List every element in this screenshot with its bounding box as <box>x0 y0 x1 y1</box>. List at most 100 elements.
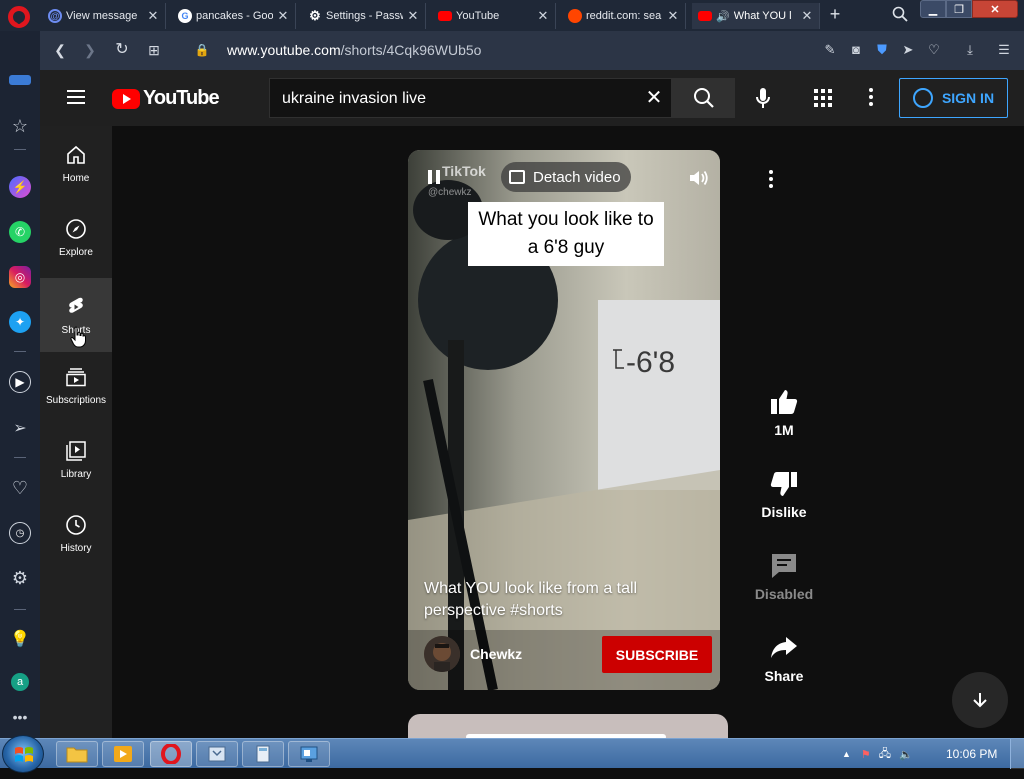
search-input[interactable] <box>282 88 632 110</box>
volume-tray-icon[interactable]: 🔈 <box>899 748 913 761</box>
dislike-label: Dislike <box>761 504 807 520</box>
speaker-icon[interactable]: 🔊 <box>716 10 730 23</box>
tab-pancakes[interactable]: G pancakes - Goo ✕ <box>172 3 296 29</box>
history-icon[interactable]: ◷ <box>9 522 31 544</box>
more-options-icon[interactable] <box>769 170 773 188</box>
guide-item-explore[interactable]: Explore <box>40 200 112 274</box>
tab-what-you-look-like[interactable]: 🔊 What YOU l ✕ <box>692 3 820 29</box>
short-title[interactable]: What YOU look like from a tall perspecti… <box>424 578 684 622</box>
tab-youtube[interactable]: YouTube ✕ <box>432 3 556 29</box>
pause-icon[interactable] <box>428 170 440 184</box>
edit-icon[interactable]: ✎ <box>822 42 838 58</box>
whatsapp-icon[interactable]: ✆ <box>9 221 31 243</box>
share-button[interactable]: Share <box>740 634 828 684</box>
settings-dots-icon[interactable] <box>869 88 873 108</box>
shorts-video-player[interactable]: -6'8 TikTok @chewkz Detach video What yo… <box>408 150 720 690</box>
download-icon[interactable]: ⤓ <box>962 42 978 58</box>
url-host: www.youtube.com <box>227 42 341 58</box>
heart-icon[interactable]: ♡ <box>9 477 31 499</box>
lightbulb-icon[interactable]: 💡 <box>9 628 31 650</box>
settings-icon[interactable]: ⚙ <box>9 567 31 589</box>
logo-text: YouTube <box>143 87 220 109</box>
show-desktop-button[interactable] <box>1010 739 1024 769</box>
action-center-icon[interactable]: ⚑ <box>861 748 871 761</box>
reddit-icon <box>568 9 582 23</box>
sign-in-button[interactable]: SIGN IN <box>899 78 1008 118</box>
workspaces-icon[interactable] <box>9 75 31 85</box>
opera-menu-icon[interactable] <box>8 6 30 28</box>
share-icon <box>771 637 797 658</box>
search-icon <box>694 88 714 108</box>
youtube-logo[interactable]: YouTube <box>112 87 220 110</box>
voice-search-button[interactable] <box>747 82 779 114</box>
channel-avatar[interactable] <box>424 636 460 672</box>
taskbar-app-4[interactable] <box>196 741 238 767</box>
at-icon: @ <box>48 9 62 23</box>
history-icon <box>66 514 86 535</box>
window-controls: ▁ ❐ ✕ <box>920 0 1020 20</box>
guide-item-history[interactable]: History <box>40 496 112 570</box>
tab-close-icon[interactable]: ✕ <box>277 8 289 24</box>
share-label: Share <box>764 668 804 684</box>
send-icon[interactable]: ➢ <box>9 417 31 439</box>
heart-icon[interactable]: ♡ <box>926 42 942 58</box>
lock-icon[interactable]: 🔒 <box>194 42 210 58</box>
tab-close-icon[interactable]: ✕ <box>147 8 159 24</box>
comments-button[interactable]: Disabled <box>740 552 828 602</box>
like-button[interactable]: 1M <box>740 388 828 438</box>
tab-close-icon[interactable]: ✕ <box>667 8 679 24</box>
tab-reddit[interactable]: reddit.com: sea ✕ <box>562 3 686 29</box>
easy-setup-icon[interactable]: ☰ <box>996 42 1012 58</box>
maximize-button[interactable]: ❐ <box>946 0 972 18</box>
taskbar-opera[interactable] <box>150 741 192 767</box>
tab-view-message[interactable]: @ View message ✕ <box>42 3 166 29</box>
detach-video-button[interactable]: Detach video <box>501 162 631 192</box>
back-button[interactable]: ❮ <box>52 42 68 58</box>
tab-settings[interactable]: ⚙ Settings - Passw ✕ <box>302 3 426 29</box>
minimize-button[interactable]: ▁ <box>920 0 946 18</box>
tab-close-icon[interactable]: ✕ <box>537 8 549 24</box>
tab-close-icon[interactable]: ✕ <box>407 8 419 24</box>
star-icon[interactable]: ☆ <box>9 115 31 137</box>
new-tab-button[interactable]: + <box>826 4 844 25</box>
next-video-button[interactable] <box>952 672 1008 728</box>
messenger-icon[interactable]: ⚡ <box>9 176 31 198</box>
taskbar-clock[interactable]: 10:06 PM <box>946 747 997 761</box>
windows-taskbar: ▲ ⚑ 🖧 🔈 10:06 PM <box>0 735 1024 773</box>
menu-icon[interactable] <box>67 90 85 104</box>
shield-icon[interactable]: ⛊ <box>874 42 890 58</box>
close-window-button[interactable]: ✕ <box>972 0 1018 18</box>
more-icon[interactable]: ••• <box>9 706 31 728</box>
network-icon[interactable]: 🖧 <box>879 745 891 764</box>
instagram-icon[interactable]: ◎ <box>9 266 31 288</box>
tab-grid-icon[interactable]: ⊞ <box>146 42 162 58</box>
send-icon[interactable]: ➤ <box>900 42 916 58</box>
dislike-button[interactable]: Dislike <box>740 470 828 520</box>
taskbar-explorer[interactable] <box>56 741 98 767</box>
taskbar-app-5[interactable] <box>242 741 284 767</box>
tab-close-icon[interactable]: ✕ <box>801 8 813 24</box>
guide-item-library[interactable]: Library <box>40 422 112 496</box>
taskbar-app-6[interactable] <box>288 741 330 767</box>
forward-button[interactable]: ❯ <box>82 42 98 58</box>
taskbar-media-player[interactable] <box>102 741 144 767</box>
channel-name[interactable]: Chewkz <box>470 646 522 662</box>
start-button[interactable] <box>2 735 44 773</box>
clear-search-icon[interactable]: ✕ <box>644 88 664 108</box>
show-hidden-icons[interactable]: ▲ <box>842 749 851 759</box>
volume-icon[interactable] <box>688 168 710 188</box>
search-tabs-icon[interactable] <box>892 6 908 22</box>
player-icon[interactable]: ▶ <box>9 371 31 393</box>
url-field[interactable]: www.youtube.com/shorts/4Cqk96WUb5o <box>227 42 481 58</box>
guide-item-home[interactable]: Home <box>40 126 112 200</box>
apps-grid-icon[interactable] <box>814 89 832 107</box>
twitter-icon[interactable]: ✦ <box>9 311 31 333</box>
search-button[interactable] <box>671 78 735 118</box>
library-icon <box>66 440 86 461</box>
camera-icon[interactable]: ◙ <box>848 42 864 58</box>
reload-button[interactable]: ↻ <box>114 42 130 58</box>
subscribe-button[interactable]: SUBSCRIBE <box>602 636 712 673</box>
guide-item-subscriptions[interactable]: Subscriptions <box>40 348 112 422</box>
shorts-main-area: -6'8 TikTok @chewkz Detach video What yo… <box>112 126 1024 744</box>
aria-icon[interactable]: a <box>11 673 29 691</box>
